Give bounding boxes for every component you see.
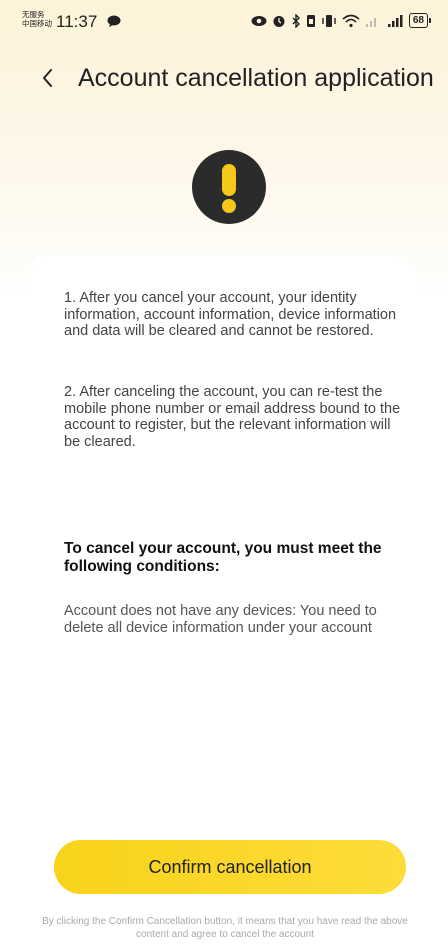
- status-icons: 68: [251, 13, 432, 28]
- battery-icon: 68: [408, 13, 432, 28]
- warning-icon: [192, 150, 266, 224]
- confirm-cancellation-button[interactable]: Confirm cancellation: [54, 840, 406, 894]
- page-header: Account cancellation application: [0, 60, 448, 100]
- conditions-text: Account does not have any devices: You n…: [64, 603, 377, 636]
- status-time: 11:37: [56, 12, 98, 31]
- notice-paragraph-2: 2. After canceling the account, you can …: [64, 384, 401, 450]
- conditions-heading: To cancel your account, you must meet th…: [64, 540, 382, 575]
- eye-icon: [251, 15, 267, 26]
- wifi-icon: [342, 14, 360, 27]
- status-bar: 无服务 中国移动 11:37 68: [0, 0, 448, 44]
- carrier-info: 无服务 中国移动: [22, 10, 52, 28]
- vibrate-icon: [322, 14, 336, 27]
- back-arrow-icon[interactable]: [38, 64, 58, 92]
- alarm-icon: [273, 15, 285, 27]
- signal-4g-icon: [387, 14, 403, 27]
- carrier-line-1: 无服务: [22, 10, 45, 19]
- carrier-line-2: 中国移动: [22, 19, 52, 28]
- signal-icon: [365, 17, 376, 27]
- page-title: Account cancellation application: [78, 64, 434, 92]
- bluetooth-icon: [292, 13, 300, 28]
- sim-icon: [306, 14, 315, 27]
- chat-bubble-icon: [107, 15, 121, 27]
- notice-paragraph-1: 1. After you cancel your account, your i…: [64, 290, 397, 339]
- agreement-note: By clicking the Confirm Cancellation but…: [42, 916, 408, 940]
